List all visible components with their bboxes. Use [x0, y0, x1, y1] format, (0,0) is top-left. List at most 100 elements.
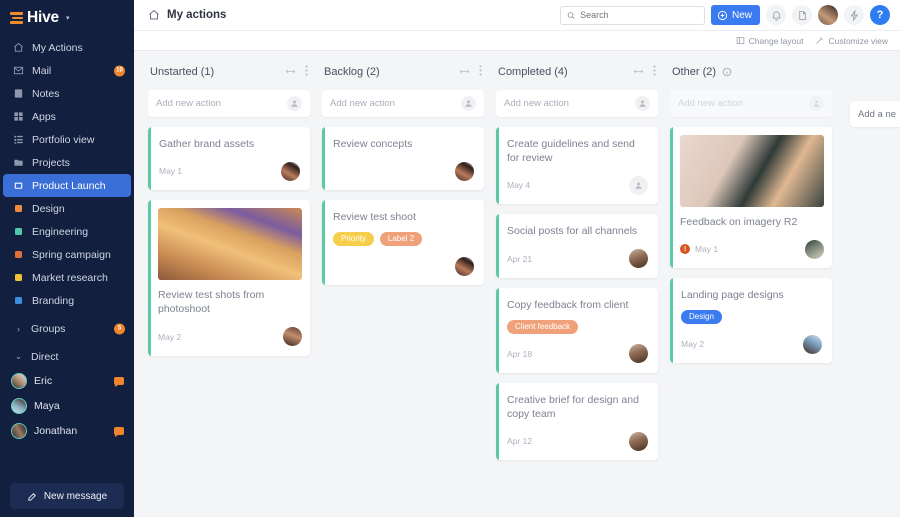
task-card[interactable]: Landing page designs Design May 2 [670, 278, 832, 364]
label-chip[interactable]: Client feedback [507, 319, 579, 334]
card-title: Copy feedback from client [507, 298, 629, 311]
change-layout-label: Change layout [748, 35, 804, 46]
task-card[interactable]: Review test shoot Priority Label 2 [322, 200, 484, 286]
assignee-icon[interactable] [287, 96, 302, 111]
sidebar-item-engineering[interactable]: Engineering [0, 220, 134, 243]
help-icon[interactable]: ? [870, 5, 890, 25]
new-message-label: New message [43, 490, 108, 502]
label-chip[interactable]: Label 2 [379, 232, 423, 247]
task-card[interactable]: Feedback on imagery R2! May 1 [670, 127, 832, 269]
card-assignee-avatar[interactable] [629, 175, 648, 195]
card-assignee-avatar[interactable] [283, 327, 302, 347]
customize-view-button[interactable]: Customize view [815, 36, 888, 46]
new-message-button[interactable]: New message [10, 483, 124, 509]
sidebar-item-my-actions[interactable]: My Actions [0, 36, 134, 59]
dot-icon [12, 205, 25, 212]
assignee-icon[interactable] [809, 96, 824, 111]
dm-item-jonathan[interactable]: Jonathan [0, 418, 134, 443]
wand-icon [816, 37, 824, 44]
card-assignee-avatar[interactable] [629, 431, 648, 451]
mail-icon [12, 65, 25, 76]
hive-logo[interactable]: Hive ▾ [0, 0, 134, 34]
column-menu-icon[interactable] [305, 63, 308, 81]
sidebar-item-label: Notes [32, 87, 60, 100]
sidebar-item-mail[interactable]: Mail 10 [0, 59, 134, 82]
card-footer [333, 161, 474, 181]
sidebar-item-label: Spring campaign [32, 248, 111, 261]
new-button[interactable]: New [710, 5, 760, 25]
lightning-icon[interactable] [844, 5, 864, 25]
task-card[interactable]: Copy feedback from client Client feedback… [496, 287, 658, 373]
task-card[interactable]: Review concepts [322, 127, 484, 191]
sidebar-item-label: Market research [32, 271, 108, 284]
column-menu-icon[interactable] [653, 63, 656, 81]
sidebar-item-spring-campaign[interactable]: Spring campaign [0, 243, 134, 266]
add-new-action-input[interactable]: Add new action [496, 90, 658, 117]
card-title: Feedback on imagery R2 [680, 216, 798, 228]
card-title: Review test shoot [333, 211, 416, 224]
add-new-action-input[interactable]: Add new action [148, 90, 310, 117]
resize-columns-icon[interactable] [285, 63, 296, 81]
card-assignee-avatar[interactable] [455, 256, 474, 276]
card-cover-image [158, 208, 302, 281]
card-assignee-avatar[interactable] [281, 161, 300, 181]
assignee-icon[interactable] [635, 96, 650, 111]
task-card[interactable]: Social posts for all channels Apr 21 [496, 214, 658, 278]
app-root: Hive ▾ My Actions Mail 10 Notes Apps Portfoli… [0, 0, 900, 517]
avatar[interactable] [818, 5, 838, 25]
task-card[interactable]: Gather brand assets May 1 [148, 127, 310, 191]
compose-icon [28, 492, 36, 501]
card-due-date: May 2 [681, 339, 705, 350]
bell-icon[interactable] [766, 5, 786, 25]
file-icon[interactable] [792, 5, 812, 25]
priority-alert-icon: ! [680, 244, 690, 255]
task-card[interactable]: Creative brief for design and copy team A… [496, 382, 658, 461]
card-footer: May 4 [507, 175, 648, 195]
card-labels: Client feedback [507, 319, 648, 334]
sidebar-section-direct[interactable]: ⌄ Direct [0, 345, 134, 368]
card-assignee-avatar[interactable] [629, 249, 648, 269]
card-assignee-avatar[interactable] [805, 239, 824, 259]
column-menu-icon[interactable] [479, 63, 482, 81]
card-due-date: Apr 21 [507, 253, 533, 264]
notes-icon [12, 88, 25, 99]
card-assignee-avatar[interactable] [629, 344, 648, 364]
sidebar-item-apps[interactable]: Apps [0, 105, 134, 128]
info-icon[interactable] [722, 67, 732, 77]
assignee-icon[interactable] [461, 96, 476, 111]
chevron-down-icon[interactable]: ▾ [66, 14, 70, 22]
sidebar-item-branding[interactable]: Branding [0, 289, 134, 312]
sidebar-item-product-launch[interactable]: Product Launch [3, 174, 131, 197]
add-new-action-input[interactable]: Add new action [670, 90, 832, 117]
sidebar-item-portfolio-view[interactable]: Portfolio view [0, 128, 134, 151]
sidebar-item-design[interactable]: Design [0, 197, 134, 220]
search-input[interactable] [580, 10, 698, 20]
column-title: Other (2) [672, 66, 717, 78]
change-layout-button[interactable]: Change layout [736, 35, 804, 46]
column-header: Unstarted (1) [148, 63, 310, 81]
add-new-action-placeholder: Add new action [678, 98, 743, 109]
label-chip[interactable]: Priority [333, 232, 374, 247]
dot-icon [12, 251, 25, 258]
task-card[interactable]: Create guidelines and send for review May… [496, 127, 658, 205]
sidebar-item-label: Projects [32, 156, 70, 169]
task-card[interactable]: Review test shots from photoshoot May 2 [148, 200, 310, 356]
sidebar-section-groups[interactable]: › Groups 5 [0, 317, 134, 340]
card-due-date: Apr 12 [507, 436, 533, 447]
column-title: Unstarted (1) [150, 66, 215, 78]
dm-item-eric[interactable]: Eric [0, 368, 134, 393]
sidebar-item-notes[interactable]: Notes [0, 82, 134, 105]
sidebar-item-projects[interactable]: Projects [0, 151, 134, 174]
add-new-action-input[interactable]: Add new action [322, 90, 484, 117]
card-title: Social posts for all channels [507, 225, 638, 238]
card-assignee-avatar[interactable] [803, 334, 822, 354]
sidebar-item-market-research[interactable]: Market research [0, 266, 134, 289]
search-box[interactable] [559, 5, 705, 25]
dm-item-maya[interactable]: Maya [0, 393, 134, 418]
add-column-button[interactable]: Add a ne [850, 101, 900, 127]
sidebar-item-label: Product Launch [32, 179, 106, 192]
card-assignee-avatar[interactable] [455, 161, 474, 181]
resize-columns-icon[interactable] [633, 63, 644, 81]
resize-columns-icon[interactable] [459, 63, 470, 81]
label-chip[interactable]: Design [681, 310, 722, 325]
